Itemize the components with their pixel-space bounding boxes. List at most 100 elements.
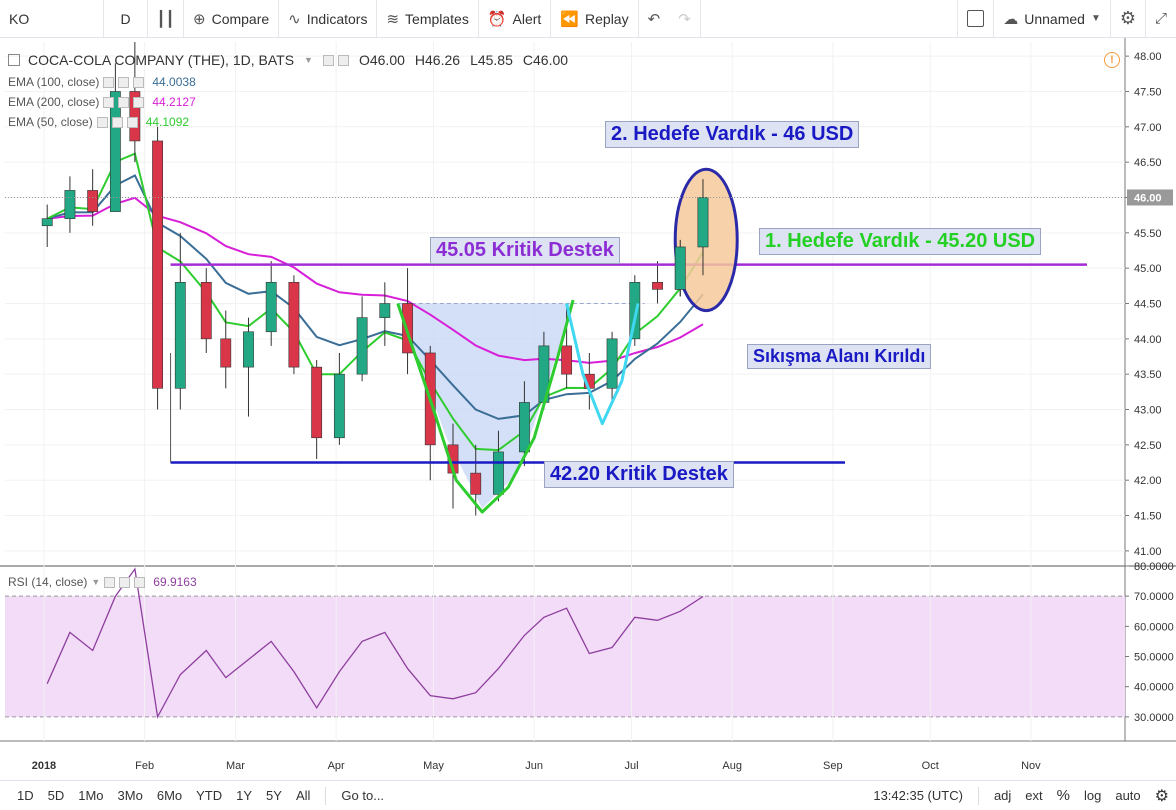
fullscreen-button[interactable]: ⤢ — [1146, 0, 1176, 38]
rsi-tick-label: 40.0000 — [1134, 682, 1174, 694]
compare-button[interactable]: ⊕ Compare — [184, 0, 280, 38]
candles-icon: ┃┃ — [156, 10, 175, 28]
close-icon[interactable] — [133, 76, 145, 88]
range-button-5y[interactable]: 5Y — [259, 788, 289, 803]
price-tick-label: 43.50 — [1134, 369, 1162, 381]
ext-toggle[interactable]: ext — [1018, 788, 1049, 803]
candle-body — [311, 366, 323, 439]
rsi-tick-label: 50.0000 — [1134, 652, 1174, 664]
range-button-all[interactable]: All — [289, 788, 317, 803]
price-tick-label: 47.50 — [1134, 86, 1162, 98]
chevron-down-icon: ▼ — [1090, 13, 1101, 24]
ema200-legend[interactable]: EMA (200, close) 44.2127 — [8, 95, 196, 109]
price-tick-label: 42.50 — [1134, 440, 1162, 452]
rsi-legend[interactable]: RSI (14, close) ▼ 69.9163 — [8, 575, 197, 589]
range-button-6mo[interactable]: 6Mo — [150, 788, 189, 803]
candle-body — [674, 246, 686, 290]
chevron-down-icon[interactable]: ▼ — [91, 577, 100, 587]
eye-icon[interactable] — [103, 96, 115, 108]
indicators-icon: ∿ — [288, 10, 301, 28]
adj-toggle[interactable]: adj — [987, 788, 1018, 803]
eye-icon[interactable] — [103, 76, 115, 88]
range-button-1d[interactable]: 1D — [10, 788, 41, 803]
eye-icon[interactable] — [96, 116, 108, 128]
auto-toggle[interactable]: auto — [1108, 788, 1147, 803]
log-toggle[interactable]: log — [1077, 788, 1108, 803]
ohlc-close: C46.00 — [522, 52, 569, 68]
price-tick-label: 42.00 — [1134, 475, 1162, 487]
percent-toggle[interactable]: % — [1050, 787, 1077, 804]
candle-body — [333, 373, 345, 439]
replay-button[interactable]: ⏪ Replay — [551, 0, 639, 38]
ema50-line — [46, 152, 704, 452]
candle-body — [561, 345, 573, 375]
ema200-line — [47, 196, 704, 364]
goto-button[interactable]: Go to... — [334, 788, 391, 803]
range-button-1y[interactable]: 1Y — [229, 788, 259, 803]
settings-icon[interactable] — [119, 576, 131, 588]
compare-icon: ⊕ — [193, 10, 206, 28]
chart-area[interactable]: 48.00 47.50 47.00 46.50 46.00 45.50 45.00 44.50… — [0, 38, 1176, 780]
price-tick-label: 48.00 — [1134, 51, 1162, 63]
symbol-search[interactable]: KO — [0, 0, 104, 38]
range-button-ytd[interactable]: YTD — [189, 788, 229, 803]
price-tick-label: 45.50 — [1134, 228, 1162, 240]
range-button-1mo[interactable]: 1Mo — [71, 788, 110, 803]
candle-body — [64, 190, 76, 219]
chevron-down-icon[interactable]: ▼ — [304, 55, 313, 65]
ema100-line — [46, 174, 704, 420]
bottom-toolbar: 1D 5D 1Mo 3Mo 6Mo YTD 1Y 5Y All Go to... 13:42:3… — [0, 780, 1176, 810]
candle-body — [220, 338, 232, 368]
time-tick-label: Nov — [1021, 760, 1041, 772]
eye-icon[interactable] — [322, 54, 334, 66]
annotation-squeeze[interactable]: Sıkışma Alanı Kırıldı — [747, 344, 932, 369]
ohlc-low: L45.85 — [470, 52, 513, 68]
time-tick-label: 2018 — [32, 760, 56, 772]
candle-body — [652, 281, 663, 290]
range-button-5d[interactable]: 5D — [41, 788, 72, 803]
ema100-legend[interactable]: EMA (100, close) 44.0038 — [8, 75, 196, 89]
redo-button[interactable]: ↷ — [669, 0, 701, 38]
clock-divider — [977, 786, 979, 805]
price-tick-label: 41.00 — [1134, 546, 1162, 558]
candle-body — [606, 338, 618, 389]
collapse-icon[interactable] — [8, 54, 20, 66]
range-button-3mo[interactable]: 3Mo — [111, 788, 150, 803]
time-tick-label: Feb — [135, 760, 154, 772]
eye-icon[interactable] — [104, 576, 116, 588]
settings-icon[interactable] — [337, 54, 349, 66]
settings-icon[interactable] — [118, 76, 130, 88]
settings-button[interactable]: ⚙ — [1111, 0, 1146, 38]
undo-button[interactable]: ↶ — [639, 0, 670, 38]
range-selector: 1D 5D 1Mo 3Mo 6Mo YTD 1Y 5Y All — [0, 788, 317, 803]
candle-body — [356, 317, 368, 375]
candle-body — [379, 303, 391, 318]
last-price-label: 46.00 — [1134, 192, 1162, 204]
interval-button[interactable]: D — [104, 0, 148, 38]
fullscreen-layout-button[interactable] — [957, 0, 995, 38]
replay-icon: ⏪ — [560, 10, 580, 28]
price-tick-label: 44.50 — [1134, 299, 1162, 311]
indicators-button[interactable]: ∿ Indicators — [279, 0, 378, 38]
annotation-target2[interactable]: 2. Hedefe Vardık - 46 USD — [605, 121, 860, 148]
settings-icon[interactable] — [118, 96, 130, 108]
warning-icon[interactable]: ! — [1104, 52, 1120, 68]
ema50-legend[interactable]: EMA (50, close) 44.1092 — [8, 115, 189, 129]
templates-button[interactable]: ≋ Templates — [377, 0, 479, 38]
time-tick-label: Sep — [823, 760, 843, 772]
candle-body — [265, 281, 277, 333]
close-icon[interactable] — [126, 116, 138, 128]
layout-name-button[interactable]: ☁ Unnamed ▼ — [994, 0, 1111, 38]
goto-divider — [325, 786, 327, 805]
gear-icon[interactable]: ⚙ — [1148, 786, 1176, 806]
annotation-target1[interactable]: 1. Hedefe Vardık - 45.20 USD — [759, 228, 1042, 255]
chart-style-button[interactable]: ┃┃ — [148, 0, 184, 38]
settings-icon[interactable] — [111, 116, 123, 128]
clock-readout[interactable]: 13:42:35 (UTC) — [866, 788, 970, 803]
annotation-support2[interactable]: 42.20 Kritik Destek — [544, 461, 734, 488]
close-icon[interactable] — [133, 96, 145, 108]
alert-button[interactable]: ⏰ Alert — [479, 0, 552, 38]
annotation-support1[interactable]: 45.05 Kritik Destek — [430, 237, 620, 264]
price-chart[interactable]: 48.00 47.50 47.00 46.50 46.00 45.50 45.00 44.50… — [0, 38, 1176, 780]
close-icon[interactable] — [134, 576, 146, 588]
